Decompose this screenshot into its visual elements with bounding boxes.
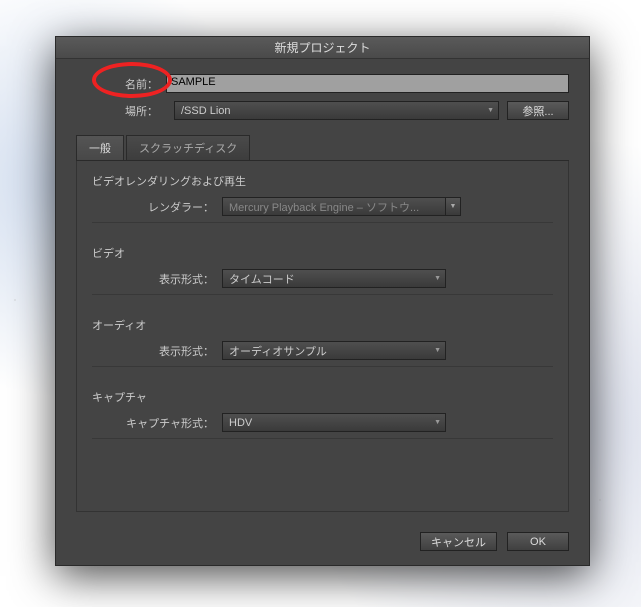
audio-format-row: 表示形式： オーディオサンプル bbox=[92, 341, 553, 360]
cancel-button[interactable]: キャンセル bbox=[420, 532, 497, 551]
audio-format-label: 表示形式： bbox=[92, 343, 222, 359]
group-capture-title: キャプチャ bbox=[92, 389, 553, 405]
chevron-down-icon: ▼ bbox=[445, 197, 461, 216]
divider bbox=[92, 222, 553, 223]
dialog-footer: キャンセル OK bbox=[420, 532, 569, 551]
group-capture: キャプチャ キャプチャ形式： HDV bbox=[92, 389, 553, 439]
divider bbox=[92, 438, 553, 439]
tab-general-label: 一般 bbox=[89, 143, 111, 155]
group-audio-title: オーディオ bbox=[92, 317, 553, 333]
capture-format-label: キャプチャ形式： bbox=[92, 415, 222, 431]
location-row: 場所： /SSD Lion 参照... bbox=[76, 101, 569, 120]
divider bbox=[92, 294, 553, 295]
audio-format-dropdown[interactable]: オーディオサンプル bbox=[222, 341, 446, 360]
new-project-dialog: 新規プロジェクト 名前： SAMPLE 場所： /SSD Lion 参照... … bbox=[55, 36, 590, 566]
name-label: 名前： bbox=[76, 76, 166, 92]
group-audio: オーディオ 表示形式： オーディオサンプル bbox=[92, 317, 553, 367]
cancel-button-label: キャンセル bbox=[431, 534, 486, 550]
video-format-label: 表示形式： bbox=[92, 271, 222, 287]
capture-format-row: キャプチャ形式： HDV bbox=[92, 413, 553, 432]
ok-button[interactable]: OK bbox=[507, 532, 569, 551]
location-dropdown[interactable]: /SSD Lion bbox=[174, 101, 499, 120]
renderer-label: レンダラー： bbox=[92, 199, 222, 215]
browse-button-label: 参照... bbox=[522, 103, 553, 119]
video-format-dropdown[interactable]: タイムコード bbox=[222, 269, 446, 288]
renderer-row: レンダラー： Mercury Playback Engine – ソフトウ...… bbox=[92, 197, 553, 216]
dialog-title: 新規プロジェクト bbox=[274, 41, 370, 55]
capture-format-value: HDV bbox=[229, 417, 252, 429]
capture-format-dropdown[interactable]: HDV bbox=[222, 413, 446, 432]
video-format-row: 表示形式： タイムコード bbox=[92, 269, 553, 288]
dialog-content: 名前： SAMPLE 場所： /SSD Lion 参照... 一般 スクラッチデ… bbox=[56, 59, 589, 562]
ok-button-label: OK bbox=[530, 536, 546, 548]
tab-scratch-label: スクラッチディスク bbox=[139, 143, 237, 155]
divider bbox=[92, 366, 553, 367]
tab-general[interactable]: 一般 bbox=[76, 135, 124, 160]
name-input[interactable]: SAMPLE bbox=[166, 74, 569, 93]
video-format-value: タイムコード bbox=[229, 271, 295, 287]
group-rendering: ビデオレンダリングおよび再生 レンダラー： Mercury Playback E… bbox=[92, 173, 553, 223]
dialog-titlebar: 新規プロジェクト bbox=[56, 37, 589, 59]
renderer-dropdown: Mercury Playback Engine – ソフトウ... bbox=[222, 197, 446, 216]
name-row: 名前： SAMPLE bbox=[76, 74, 569, 93]
group-video-title: ビデオ bbox=[92, 245, 553, 261]
tab-scratch-disks[interactable]: スクラッチディスク bbox=[126, 135, 250, 160]
general-panel: ビデオレンダリングおよび再生 レンダラー： Mercury Playback E… bbox=[76, 161, 569, 512]
name-value: SAMPLE bbox=[171, 76, 216, 88]
renderer-value: Mercury Playback Engine – ソフトウ... bbox=[229, 199, 419, 215]
audio-format-value: オーディオサンプル bbox=[229, 343, 327, 359]
group-video: ビデオ 表示形式： タイムコード bbox=[92, 245, 553, 295]
tabs: 一般 スクラッチディスク bbox=[76, 135, 569, 161]
location-value: /SSD Lion bbox=[181, 105, 231, 117]
group-rendering-title: ビデオレンダリングおよび再生 bbox=[92, 173, 553, 189]
browse-button[interactable]: 参照... bbox=[507, 101, 569, 120]
location-label: 場所： bbox=[76, 103, 166, 119]
